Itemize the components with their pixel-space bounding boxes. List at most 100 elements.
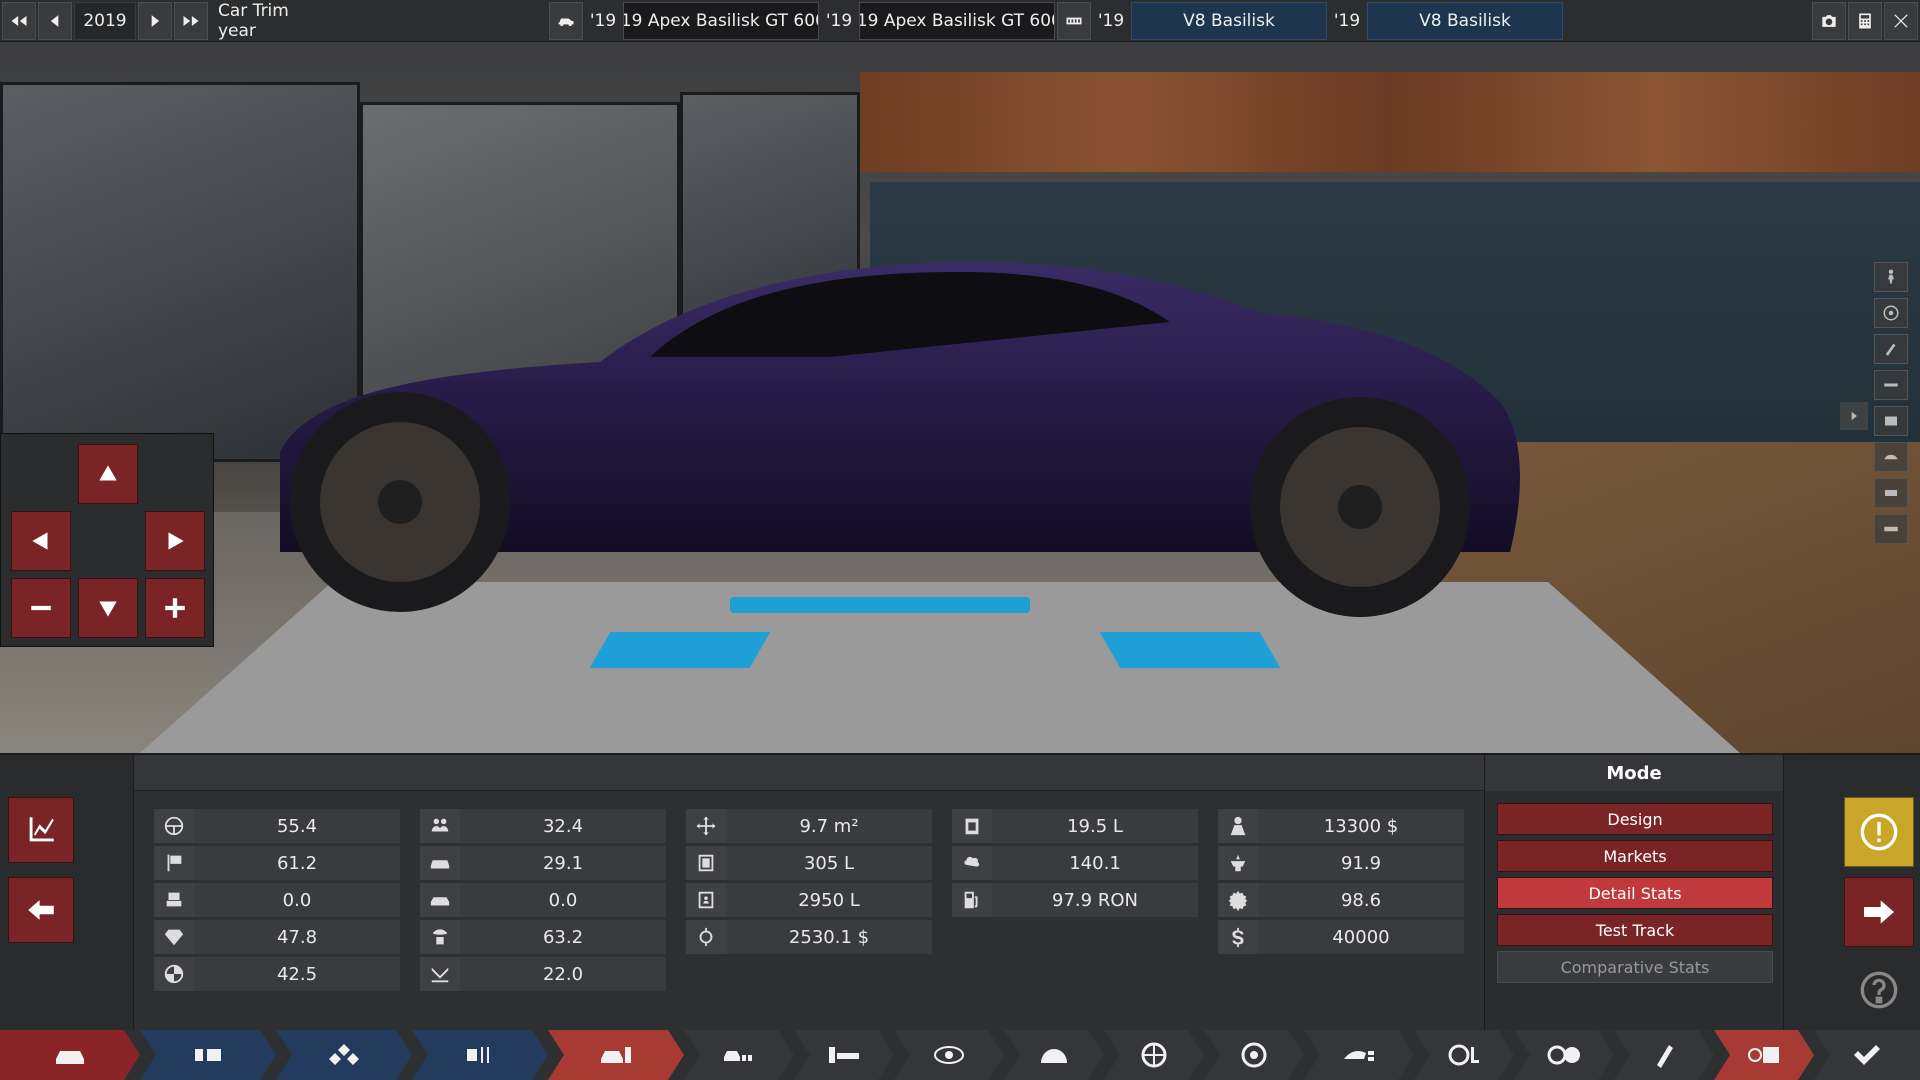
nav-aero[interactable]: [1304, 1030, 1414, 1080]
wheel-view-toggle[interactable]: [1874, 298, 1908, 328]
camera-up-button[interactable]: [78, 444, 138, 504]
nav-engine-design[interactable]: [276, 1030, 412, 1080]
model-selector-2[interactable]: '19 Apex Basilisk GT 600: [859, 1, 1055, 40]
mode-design-button[interactable]: Design: [1497, 803, 1773, 835]
screenshot-button[interactable]: [1812, 1, 1846, 40]
help-button[interactable]: [1844, 955, 1914, 1025]
stat-value: 61.2: [276, 852, 318, 874]
warning-icon: [1860, 813, 1898, 851]
rewind-button[interactable]: [2, 1, 36, 40]
nav-wheels[interactable]: [1104, 1030, 1204, 1080]
driver-view-toggle[interactable]: [1874, 262, 1908, 292]
price-person-icon: [1230, 816, 1246, 836]
wheels-icon: [1137, 1041, 1171, 1069]
next-year-button[interactable]: [138, 1, 172, 40]
left-action-column: [0, 755, 134, 1032]
close-icon: [1894, 13, 1908, 28]
nav-confirm[interactable]: [1814, 1030, 1920, 1080]
nav-car-body[interactable]: [0, 1030, 140, 1080]
nav-engine-tune[interactable]: [412, 1030, 548, 1080]
interior-icon: [827, 1041, 861, 1069]
mode-detail-stats-button[interactable]: Detail Stats: [1497, 877, 1773, 909]
offroad-icon: [430, 897, 450, 906]
play-icon: [1851, 411, 1857, 421]
camera-icon: [1822, 14, 1836, 27]
stat-value: 0.0: [548, 889, 578, 911]
cost-icon: [699, 927, 713, 947]
mode-test-track-button[interactable]: Test Track: [1497, 914, 1773, 946]
stat-row: 97.9 RON: [952, 883, 1198, 917]
stat-row: 19.5 L: [952, 809, 1198, 843]
nav-trim[interactable]: [684, 1030, 794, 1080]
play-icon: [151, 14, 160, 27]
stat-row: 47.8: [154, 920, 400, 954]
camera-left-button[interactable]: [11, 511, 71, 571]
stat-value: 305 L: [803, 852, 855, 874]
minus-icon: [31, 605, 51, 611]
engine-design-icon: [327, 1041, 361, 1069]
engine-year-1: '19: [1097, 10, 1125, 31]
tyre-icon: [1237, 1041, 1271, 1069]
fast-forward-button[interactable]: [174, 1, 208, 40]
engine-model-button[interactable]: [1057, 1, 1091, 40]
nav-steering[interactable]: [1414, 1030, 1514, 1080]
camera-right-button[interactable]: [145, 511, 205, 571]
stats-column-3: 9.7 m² 305 L 2950 L 2530.1 $: [686, 809, 932, 957]
engine-view-toggle[interactable]: [1874, 478, 1908, 508]
mode-comparative-stats-button[interactable]: Comparative Stats: [1497, 951, 1773, 983]
close-button[interactable]: [1884, 1, 1918, 40]
nav-test[interactable]: [1714, 1030, 1814, 1080]
mode-markets-button[interactable]: Markets: [1497, 840, 1773, 872]
prev-year-button[interactable]: [38, 1, 72, 40]
expand-panel-button[interactable]: [1840, 402, 1868, 430]
utility-car-icon: [430, 860, 450, 869]
designer-nav-bar: [0, 1030, 1920, 1080]
nav-body[interactable]: [548, 1030, 684, 1080]
stat-value: 13300 $: [1323, 815, 1399, 837]
model-selector-1[interactable]: '19 Apex Basilisk GT 600: [623, 1, 819, 40]
zoom-out-button[interactable]: [11, 578, 71, 638]
stat-row: 98.6: [1218, 883, 1464, 917]
panel-view-toggle[interactable]: [1874, 406, 1908, 436]
mode-title: Mode: [1485, 755, 1783, 791]
car-viewport[interactable]: [0, 42, 1920, 753]
parts-view-toggle[interactable]: [1874, 370, 1908, 400]
game-window: 2019 Car Trim year '19 '19 Apex Basilisk…: [0, 0, 1920, 1080]
car-model-button[interactable]: [549, 1, 583, 40]
passengers-icon: [431, 818, 449, 832]
graph-view-button[interactable]: [8, 797, 74, 863]
wood-wall-panel: [860, 72, 1920, 172]
stat-row: 2530.1 $: [686, 920, 932, 954]
nav-interior[interactable]: [794, 1030, 894, 1080]
calculator-button[interactable]: [1848, 1, 1882, 40]
year-label: Car Trim year: [218, 0, 289, 41]
body-icon: [1884, 454, 1898, 460]
car-icon: [558, 18, 574, 26]
panel-icon: [1885, 416, 1897, 426]
test-flag-icon: [1747, 1041, 1781, 1069]
warning-button[interactable]: [1844, 797, 1914, 867]
nav-suspension[interactable]: [1004, 1030, 1104, 1080]
prestige-icon: [1230, 854, 1246, 872]
zoom-in-button[interactable]: [145, 578, 205, 638]
grille-view-toggle[interactable]: [1874, 514, 1908, 544]
engine-selector-2[interactable]: V8 Basilisk: [1367, 1, 1563, 40]
next-button[interactable]: [1844, 877, 1914, 947]
brakes-balance-icon: [1547, 1041, 1581, 1069]
graph-icon: [29, 817, 54, 842]
camera-down-button[interactable]: [78, 578, 138, 638]
dollar-icon: [1232, 927, 1244, 948]
back-button[interactable]: [8, 877, 74, 943]
nav-paint[interactable]: [1614, 1030, 1714, 1080]
nav-brakes[interactable]: [894, 1030, 1004, 1080]
drag-icon: [431, 967, 449, 983]
nav-brake-balance[interactable]: [1514, 1030, 1614, 1080]
paint-view-toggle[interactable]: [1874, 334, 1908, 364]
nav-tyres[interactable]: [1204, 1030, 1304, 1080]
nav-chassis[interactable]: [140, 1030, 276, 1080]
body-view-toggle[interactable]: [1874, 442, 1908, 472]
engine-selector-1[interactable]: V8 Basilisk: [1131, 1, 1327, 40]
calculator-icon: [1859, 13, 1871, 28]
arrow-down-icon: [99, 601, 117, 617]
plus-icon: [165, 598, 185, 618]
